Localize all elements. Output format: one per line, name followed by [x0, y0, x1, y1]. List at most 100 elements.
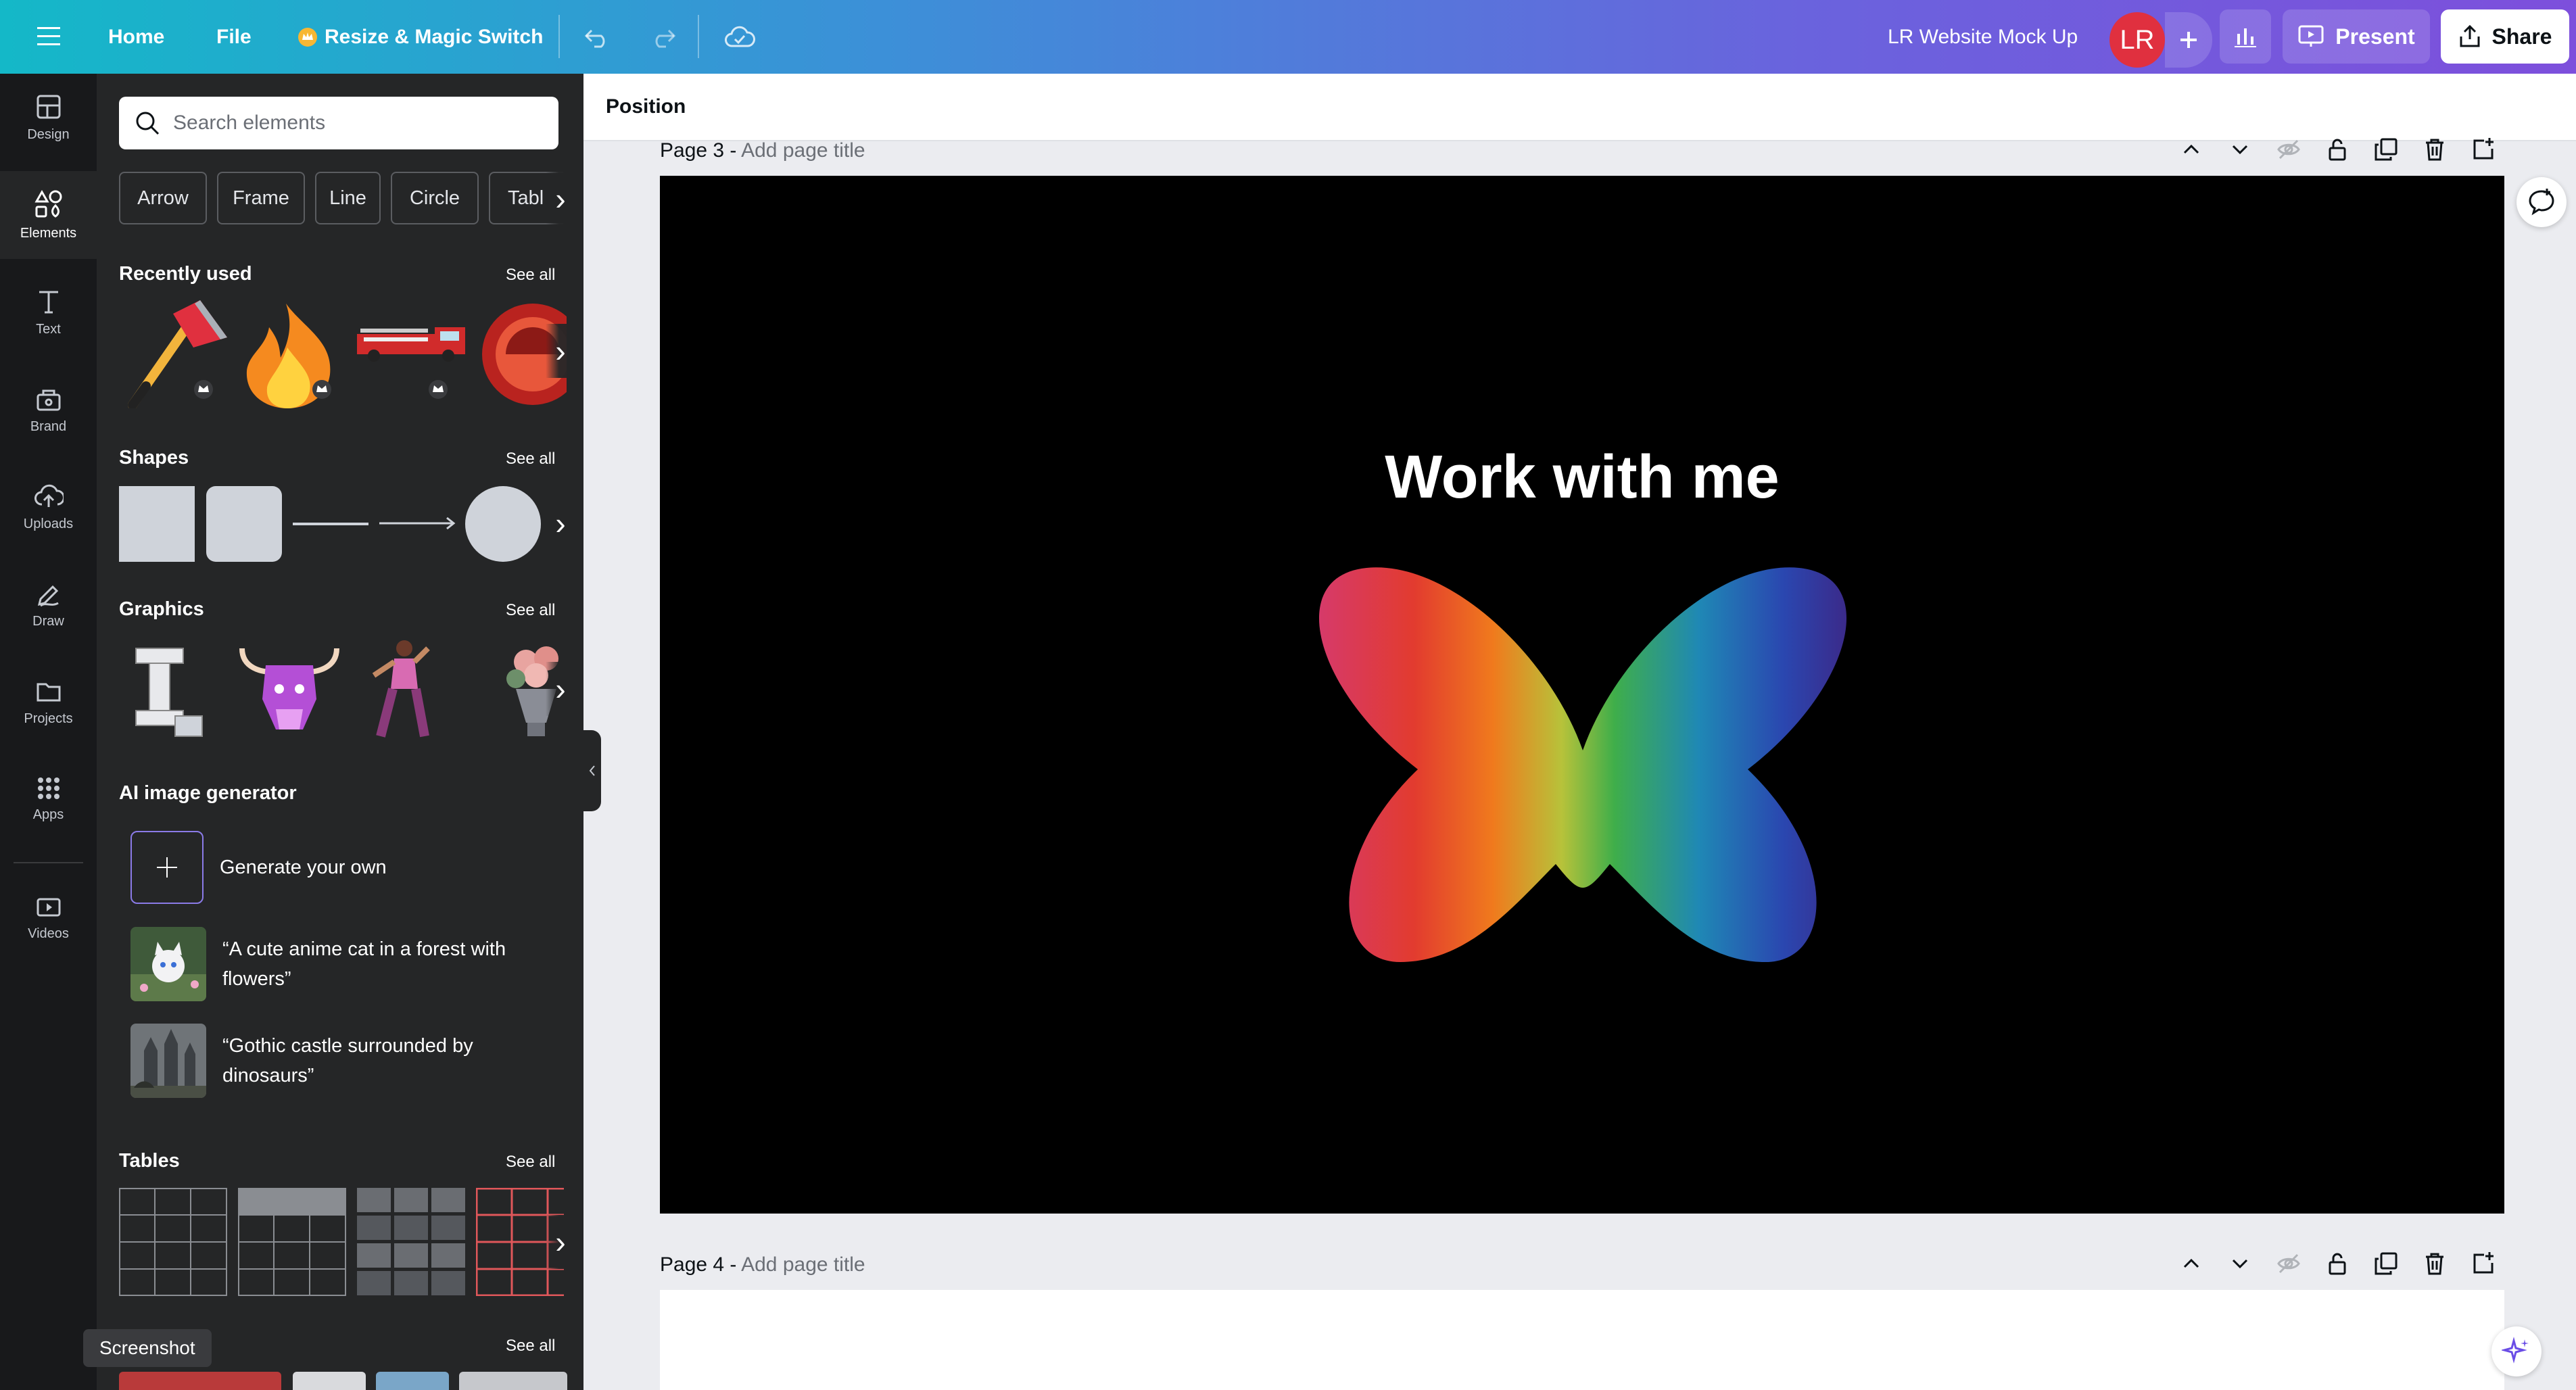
- rounded-square-shape[interactable]: [206, 486, 282, 562]
- chevron-right-icon[interactable]: ›: [546, 324, 575, 378]
- chip-circle[interactable]: Circle: [391, 172, 479, 224]
- add-page-icon[interactable]: [2471, 137, 2496, 162]
- search-placeholder: Search elements: [173, 112, 326, 134]
- design-icon: [35, 93, 62, 120]
- rail-item-elements[interactable]: Elements: [0, 171, 97, 259]
- share-button[interactable]: Share: [2441, 9, 2569, 64]
- add-page-title[interactable]: Add page title: [741, 1253, 865, 1276]
- rail-item-text[interactable]: Text: [0, 268, 97, 356]
- page-4-label: Page 4 - Add page title: [660, 1253, 865, 1276]
- trash-icon[interactable]: [2422, 137, 2448, 162]
- chart-icon: [2233, 24, 2258, 49]
- avatar[interactable]: LR: [2109, 12, 2165, 68]
- search-input[interactable]: Search elements: [119, 97, 558, 149]
- context-toolbar: Position: [583, 74, 2576, 141]
- lock-icon[interactable]: [2324, 1251, 2350, 1276]
- partial-thumbnail[interactable]: [293, 1372, 366, 1390]
- see-all-link[interactable]: See all: [506, 1153, 555, 1172]
- chip-arrow[interactable]: Arrow: [119, 172, 207, 224]
- present-button[interactable]: Present: [2283, 9, 2430, 64]
- axe-graphic[interactable]: [119, 300, 227, 408]
- see-all-link[interactable]: See all: [506, 266, 555, 285]
- chip-frame[interactable]: Frame: [217, 172, 305, 224]
- shapes-heading: Shapes: [119, 447, 189, 469]
- circle-shape[interactable]: [465, 486, 541, 562]
- text-icon: [35, 288, 62, 315]
- add-page-icon[interactable]: [2471, 1251, 2496, 1276]
- ai-image-generator-heading: AI image generator: [119, 782, 297, 804]
- rail-item-design[interactable]: Design: [0, 74, 97, 162]
- page-4-controls: [2178, 1251, 2496, 1276]
- partial-thumbnail[interactable]: [119, 1372, 281, 1390]
- rail-item-projects[interactable]: Projects: [0, 658, 97, 746]
- fire-graphic[interactable]: [239, 300, 340, 408]
- ai-suggestion-cat[interactable]: “A cute anime cat in a forest with flowe…: [130, 927, 540, 1001]
- generate-your-own-button[interactable]: Generate your own: [130, 831, 538, 904]
- document-title[interactable]: LR Website Mock Up: [1888, 0, 2078, 74]
- page-4-canvas[interactable]: [660, 1290, 2504, 1390]
- rail-item-draw[interactable]: Draw: [0, 560, 97, 648]
- arrow-line-shape[interactable]: [379, 513, 456, 533]
- add-page-title[interactable]: Add page title: [741, 139, 865, 162]
- table-template-plain[interactable]: [119, 1188, 227, 1296]
- file-menu[interactable]: File: [216, 0, 252, 74]
- insights-button[interactable]: [2220, 9, 2271, 64]
- menu-icon[interactable]: [32, 20, 65, 53]
- resize-label: Resize & Magic Switch: [325, 25, 544, 48]
- lock-icon[interactable]: [2324, 137, 2350, 162]
- page-heading[interactable]: Work with me: [660, 443, 2504, 512]
- rail-label: Draw: [32, 613, 64, 629]
- hide-page-icon[interactable]: [2276, 1251, 2301, 1276]
- chevron-down-icon[interactable]: [2227, 1251, 2253, 1276]
- see-all-link[interactable]: See all: [506, 1337, 555, 1356]
- duplicate-icon[interactable]: [2373, 137, 2399, 162]
- rail-label: Uploads: [23, 516, 74, 531]
- partial-thumbnail[interactable]: [376, 1372, 449, 1390]
- cloud-saved-icon[interactable]: [722, 20, 757, 54]
- resize-magic-switch-button[interactable]: Resize & Magic Switch: [297, 0, 543, 74]
- chip-line[interactable]: Line: [315, 172, 381, 224]
- bull-head-graphic[interactable]: [235, 635, 343, 743]
- rail-label: Text: [36, 321, 61, 337]
- hide-page-icon[interactable]: [2276, 137, 2301, 162]
- see-all-link[interactable]: See all: [506, 450, 555, 469]
- letter-i-graphic[interactable]: [122, 635, 217, 743]
- chevron-right-icon[interactable]: ›: [546, 172, 575, 226]
- rail-item-uploads[interactable]: Uploads: [0, 463, 97, 551]
- projects-icon: [35, 677, 62, 704]
- position-button[interactable]: Position: [606, 74, 686, 140]
- chevron-right-icon[interactable]: ›: [546, 662, 575, 716]
- rail-label: Design: [27, 126, 70, 142]
- add-comment-button[interactable]: [2517, 177, 2567, 227]
- crown-icon: [297, 27, 318, 47]
- ai-suggestion-castle[interactable]: “Gothic castle surrounded by dinosaurs”: [130, 1024, 540, 1098]
- collapse-panel-button[interactable]: [583, 730, 601, 811]
- magic-assistant-button[interactable]: [2491, 1326, 2542, 1376]
- chevron-right-icon[interactable]: ›: [546, 496, 575, 550]
- rail-item-apps[interactable]: Apps: [0, 755, 97, 843]
- butterfly-graphic[interactable]: [1312, 567, 1853, 972]
- table-template-header[interactable]: [238, 1188, 346, 1296]
- page-3-canvas[interactable]: Work with me: [660, 176, 2504, 1214]
- rail-item-brand[interactable]: Brand: [0, 366, 97, 454]
- fire-truck-graphic[interactable]: [354, 300, 469, 408]
- home-button[interactable]: Home: [108, 0, 164, 74]
- table-template-filled[interactable]: [357, 1188, 465, 1296]
- square-shape[interactable]: [119, 486, 195, 562]
- redo-icon[interactable]: [646, 20, 680, 54]
- dancing-woman-graphic[interactable]: [360, 635, 448, 743]
- chevron-up-icon[interactable]: [2178, 1251, 2204, 1276]
- chevron-up-icon[interactable]: [2178, 137, 2204, 162]
- undo-icon[interactable]: [580, 20, 614, 54]
- partial-thumbnail[interactable]: [459, 1372, 567, 1390]
- see-all-link[interactable]: See all: [506, 601, 555, 620]
- rail-item-videos[interactable]: Videos: [0, 874, 97, 962]
- top-bar: Home File Resize & Magic Switch LR Websi…: [0, 0, 2576, 74]
- trash-icon[interactable]: [2422, 1251, 2448, 1276]
- add-collaborator-button[interactable]: [2165, 12, 2212, 68]
- line-shape[interactable]: [293, 523, 368, 525]
- chevron-left-icon: [588, 764, 597, 777]
- chevron-right-icon[interactable]: ›: [546, 1215, 575, 1269]
- duplicate-icon[interactable]: [2373, 1251, 2399, 1276]
- chevron-down-icon[interactable]: [2227, 137, 2253, 162]
